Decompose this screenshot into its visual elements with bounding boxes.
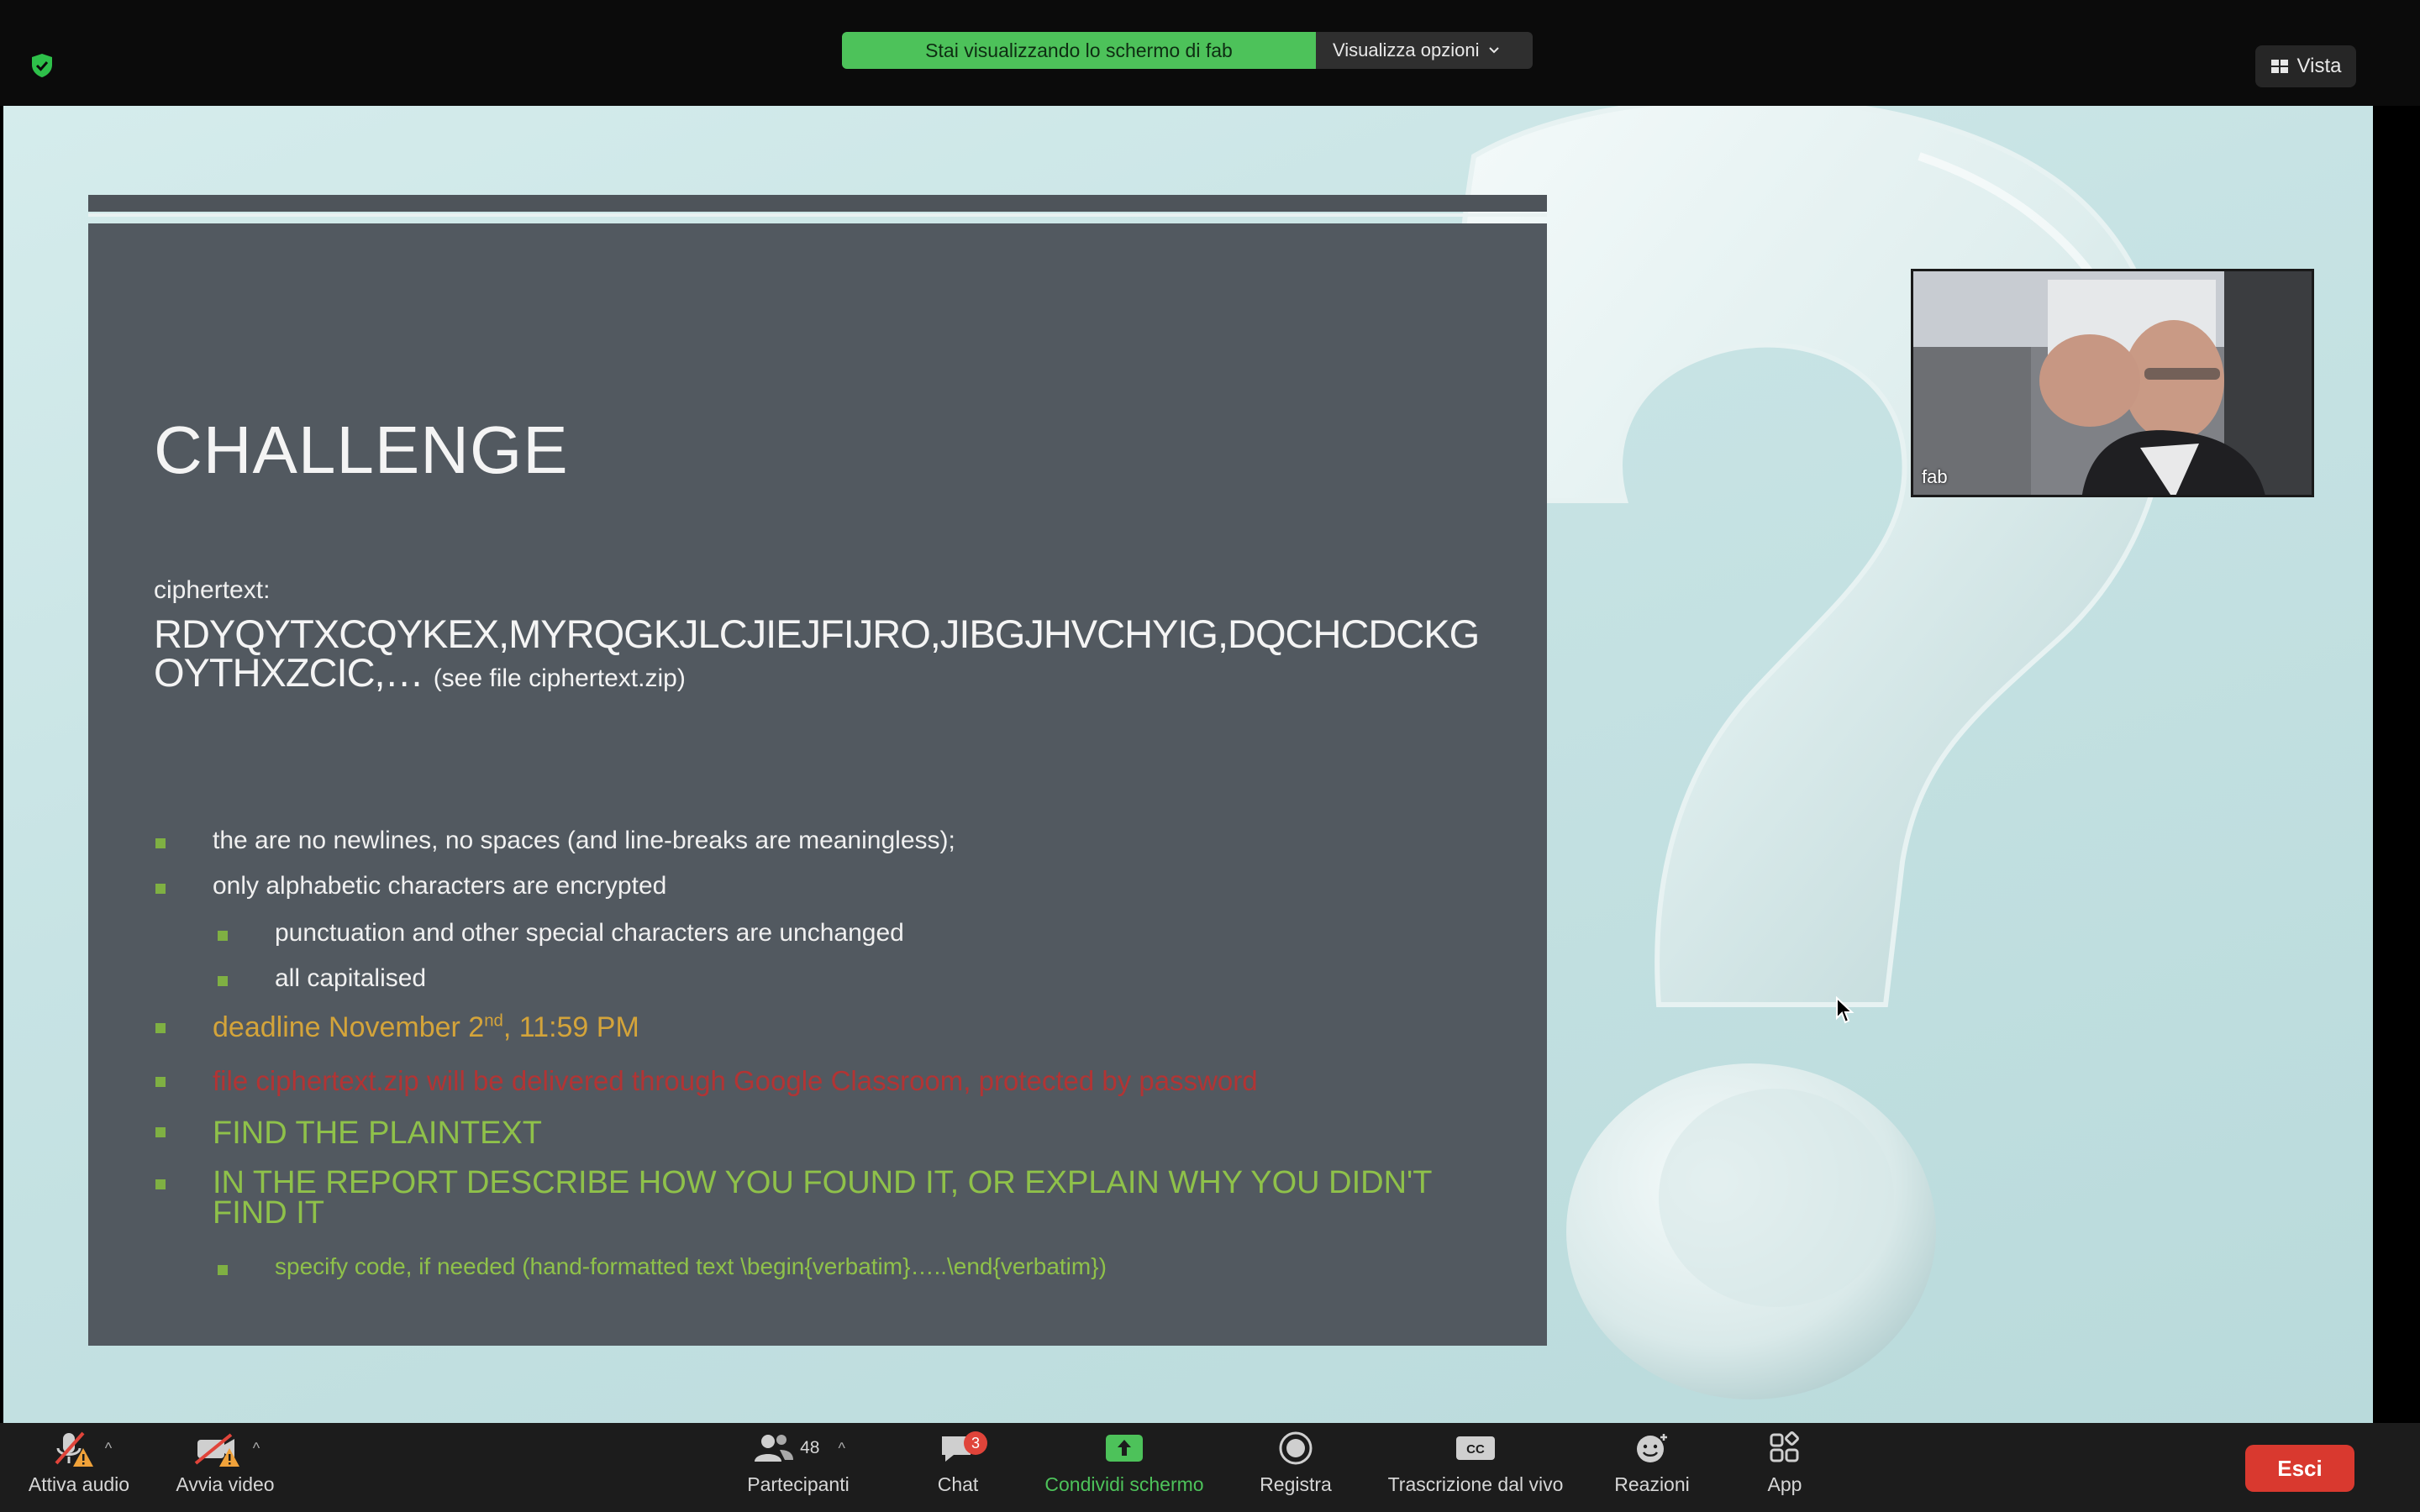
share-screen-button[interactable]: Condividi schermo (1032, 1423, 1217, 1512)
svg-text:CC: CC (1466, 1442, 1485, 1457)
ciphertext-line-2-text: OYTHXZCIC,… (154, 650, 424, 695)
apps-button[interactable]: App (1744, 1423, 1825, 1512)
reactions-icon-wrap (1634, 1423, 1670, 1473)
bullet-square-icon (218, 976, 228, 986)
list-item: all capitalised (218, 964, 426, 993)
record-button[interactable]: Registra (1245, 1423, 1346, 1512)
list-item: the are no newlines, no spaces (and line… (155, 827, 955, 855)
security-shield-icon[interactable] (29, 52, 55, 79)
bullet-text: all capitalised (275, 964, 427, 992)
video-icon-wrap: ^ (191, 1423, 260, 1473)
start-video-label: Avvia video (176, 1473, 275, 1495)
unmute-audio-label: Attiva audio (28, 1473, 130, 1495)
bullet-text: FIND THE PLAINTEXT (213, 1116, 543, 1151)
chat-unread-badge: 3 (964, 1431, 987, 1455)
list-item: FIND THE PLAINTEXT (155, 1116, 542, 1152)
bullet-text: IN THE REPORT DESCRIBE HOW YOU FOUND IT,… (213, 1165, 1432, 1231)
apps-icon (1770, 1431, 1799, 1462)
ciphertext-line-2: OYTHXZCIC,… (see file ciphertext.zip) (154, 653, 1515, 698)
live-transcript-label: Trascrizione dal vivo (1387, 1473, 1564, 1495)
deadline-text: deadline November 2nd, 11:59 PM (213, 1011, 639, 1044)
video-off-camera-icon (194, 1433, 239, 1467)
participants-icon (755, 1435, 794, 1462)
presentation-slide: CHALLENGE ciphertext: RDYQYTXCQYKEX,MYRQ… (88, 223, 1547, 1346)
share-screen-arrow-icon (1106, 1435, 1143, 1462)
bullet-text: file ciphertext.zip will be delivered th… (213, 1065, 1258, 1096)
ciphertext-block: RDYQYTXCQYKEX,MYRQGKJLCJIEJFIJRO,JIBGJHV… (154, 612, 1515, 698)
ciphertext-line-1: RDYQYTXCQYKEX,MYRQGKJLCJIEJFIJRO,JIBGJHV… (154, 612, 1480, 656)
participant-name: fab (1922, 466, 1948, 487)
captions-icon-wrap: CC (1455, 1423, 1497, 1473)
share-screen-label: Condividi schermo (1044, 1473, 1204, 1495)
deadline-superscript: nd (484, 1011, 503, 1031)
apps-icon-wrap (1767, 1423, 1802, 1473)
slide-header-bar (88, 195, 1547, 212)
chat-label: Chat (937, 1473, 979, 1495)
participants-label: Partecipanti (747, 1473, 850, 1495)
shared-screen: CHALLENGE ciphertext: RDYQYTXCQYKEX,MYRQ… (3, 106, 2373, 1423)
reactions-smiley-icon (1637, 1434, 1667, 1462)
start-video-button[interactable]: ^ Avvia video (165, 1423, 286, 1512)
record-label: Registra (1260, 1473, 1332, 1495)
slide-header-line (88, 213, 1547, 217)
bullet-square-icon (155, 1023, 166, 1033)
bullet-square-icon (155, 1077, 166, 1087)
list-item: deadline November 2nd, 11:59 PM (155, 1011, 639, 1044)
reactions-button[interactable]: Reazioni (1602, 1423, 1702, 1512)
muted-microphone-icon (55, 1431, 93, 1467)
view-button[interactable]: Vista (2255, 45, 2356, 87)
view-options-label: Visualizza opzioni (1333, 39, 1480, 60)
list-item: specify code, if needed (hand-formatted … (218, 1253, 1107, 1280)
record-icon (1279, 1431, 1313, 1465)
ciphertext-label: ciphertext: (154, 576, 271, 604)
share-status-text: Stai visualizzando lo schermo di fab (842, 32, 1316, 69)
live-transcript-button[interactable]: CC Trascrizione dal vivo (1375, 1423, 1576, 1512)
audio-options-caret-icon[interactable]: ^ (105, 1440, 112, 1457)
apps-label: App (1767, 1473, 1802, 1495)
audio-icon-wrap: ^ (46, 1423, 112, 1473)
view-options-button[interactable]: Visualizza opzioni (1316, 32, 1533, 69)
participants-count: 48 (800, 1438, 820, 1457)
video-options-caret-icon[interactable]: ^ (253, 1440, 260, 1457)
view-button-label: Vista (2296, 55, 2342, 77)
participant-video-tile[interactable]: fab (1911, 269, 2314, 497)
list-item: punctuation and other special characters… (218, 919, 904, 948)
unmute-audio-button[interactable]: ^ Attiva audio (18, 1423, 139, 1512)
bullet-square-icon (218, 931, 228, 941)
record-icon-wrap (1278, 1423, 1313, 1473)
share-icon-wrap (1102, 1423, 1146, 1473)
reactions-label: Reazioni (1614, 1473, 1690, 1495)
participants-button[interactable]: 48 ^ Partecipanti (728, 1423, 869, 1512)
bullet-square-icon (218, 1265, 228, 1275)
list-item: file ciphertext.zip will be delivered th… (155, 1065, 1258, 1097)
chat-icon-wrap: 3 (939, 1423, 987, 1473)
chevron-down-icon (1489, 47, 1500, 54)
screen-share-banner: Stai visualizzando lo schermo di fab Vis… (842, 32, 1533, 69)
slide-title: CHALLENGE (154, 412, 569, 487)
participants-caret-icon[interactable]: ^ (838, 1440, 844, 1457)
bullet-square-icon (155, 1127, 166, 1137)
closed-captions-icon: CC (1456, 1436, 1495, 1460)
bullet-text: punctuation and other special characters… (275, 919, 904, 947)
bullet-text: specify code, if needed (hand-formatted … (275, 1253, 1107, 1279)
list-item: IN THE REPORT DESCRIBE HOW YOU FOUND IT,… (155, 1165, 1483, 1231)
list-item: only alphabetic characters are encrypted (155, 872, 666, 900)
bullet-square-icon (155, 1179, 166, 1189)
bullet-text: the are no newlines, no spaces (and line… (213, 827, 955, 854)
participants-icon-wrap: 48 ^ (751, 1423, 845, 1473)
chat-button[interactable]: 3 Chat (918, 1423, 998, 1512)
grid-view-icon (2270, 60, 2288, 73)
bullet-square-icon (155, 884, 166, 894)
deadline-suffix: , 11:59 PM (502, 1011, 639, 1043)
ciphertext-note: (see file ciphertext.zip) (433, 664, 686, 692)
bullet-square-icon (155, 838, 166, 848)
top-bar: Stai visualizzando lo schermo di fab Vis… (0, 0, 2420, 106)
leave-meeting-button[interactable]: Esci (2245, 1445, 2354, 1492)
mouse-cursor-icon (1836, 996, 1854, 1024)
deadline-prefix: deadline November 2 (213, 1011, 485, 1043)
participant-video-image (1913, 271, 2312, 495)
meeting-toolbar: ^ Attiva audio ^ Avvia video 48 ^ Partec… (0, 1423, 2420, 1512)
bullet-text: only alphabetic characters are encrypted (213, 872, 667, 900)
